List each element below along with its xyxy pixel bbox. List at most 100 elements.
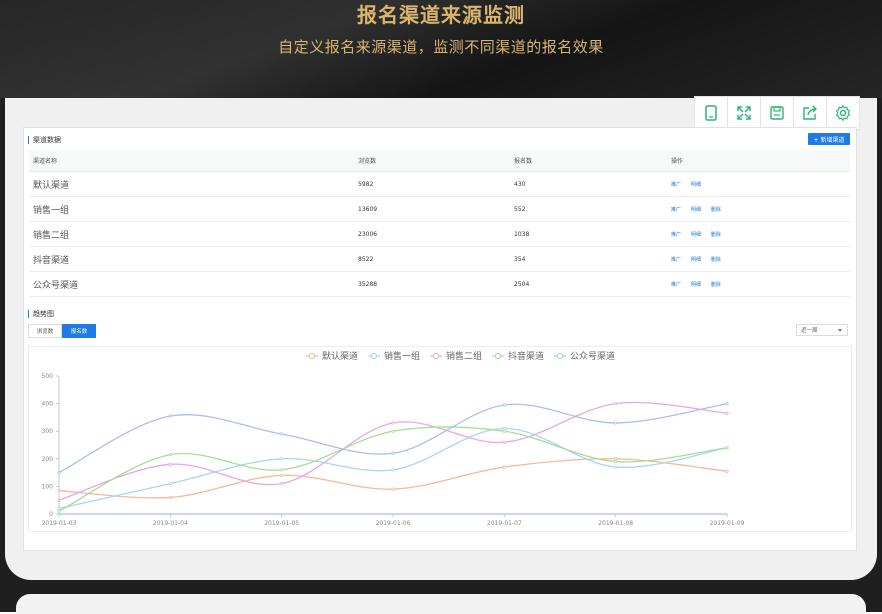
- banner: 报名渠道来源监测 自定义报名来源渠道，监测不同渠道的报名效果: [0, 0, 882, 98]
- channel-signups: 354: [510, 246, 667, 272]
- channel-actions: 推广 明细 删除: [667, 246, 850, 272]
- col-header-signups: 报名数: [510, 150, 667, 172]
- promote-link[interactable]: 推广: [671, 182, 681, 188]
- delete-link[interactable]: 删除: [711, 282, 721, 288]
- data-point: [725, 446, 729, 450]
- data-point: [502, 429, 506, 433]
- save-button[interactable]: [760, 97, 793, 129]
- data-point: [725, 469, 729, 473]
- col-header-actions: 操作: [667, 150, 850, 172]
- tab-views[interactable]: 浏览数: [28, 324, 62, 338]
- channel-signups: 430: [510, 171, 667, 197]
- table-row: 销售二组 23006 1038 推广 明细 删除: [29, 221, 850, 247]
- promote-link[interactable]: 推广: [671, 207, 681, 213]
- data-point: [168, 495, 172, 500]
- data-point: [725, 411, 729, 415]
- y-tick-label: 100: [42, 483, 54, 490]
- data-point: [502, 403, 506, 407]
- channel-actions: 推广 明细 删除: [667, 196, 850, 222]
- share-button[interactable]: [793, 97, 826, 129]
- data-point: [391, 429, 395, 433]
- tab-signups[interactable]: 报名数: [62, 324, 96, 338]
- range-select-value: 近一周: [801, 328, 818, 334]
- data-point: [57, 509, 61, 513]
- channel-views: 13609: [354, 196, 510, 222]
- add-channel-button[interactable]: + 新增渠道: [808, 133, 850, 145]
- range-select[interactable]: 近一周: [796, 324, 848, 336]
- trend-chart: 0 100 200 300 400 500 2019-01-03 2019-01-04 2019…: [28, 346, 852, 532]
- data-point: [168, 482, 172, 486]
- y-tick-label: 200: [42, 456, 54, 463]
- channel-signups: 1038: [510, 221, 667, 247]
- channel-views: 23006: [354, 221, 510, 247]
- detail-link[interactable]: 明细: [691, 182, 701, 188]
- channel-signups: 552: [510, 196, 667, 222]
- tablet-view-button[interactable]: [695, 97, 727, 129]
- trend-chart-svg: 0 100 200 300 400 500 2019-01-03 2019-01-04 2019…: [42, 350, 745, 527]
- channel-signups: 2504: [510, 271, 667, 297]
- y-tick-label: 0: [49, 511, 53, 518]
- app-screen: 渠道数据 + 新增渠道 渠道名称 浏览数 报名数 操作 默认渠道 5982 43…: [5, 96, 877, 580]
- data-point: [614, 457, 618, 461]
- detail-link[interactable]: 明细: [691, 257, 701, 263]
- data-point: [280, 432, 284, 436]
- table-row: 销售一组 13609 552 推广 明细 删除: [29, 196, 850, 222]
- data-point: [391, 468, 395, 472]
- detail-link[interactable]: 明细: [691, 232, 701, 238]
- data-point: [502, 440, 506, 444]
- settings-button[interactable]: [826, 97, 859, 129]
- x-tick-label: 2019-01-07: [487, 520, 522, 527]
- legend-marker: [370, 352, 378, 360]
- legend-marker: [308, 352, 316, 360]
- detail-link[interactable]: 明细: [691, 207, 701, 213]
- legend-label: 公众号渠道: [570, 350, 615, 362]
- fullscreen-button[interactable]: [727, 97, 760, 129]
- detail-link[interactable]: 明细: [691, 282, 701, 288]
- channel-name: 默认渠道: [29, 171, 354, 197]
- delete-link[interactable]: 删除: [711, 257, 721, 263]
- promote-link[interactable]: 推广: [671, 282, 681, 288]
- data-point: [168, 414, 172, 418]
- channel-name: 销售二组: [29, 221, 354, 247]
- data-point: [725, 401, 729, 406]
- x-tick-label: 2019-01-05: [264, 520, 299, 527]
- channel-views: 5982: [354, 171, 510, 197]
- channel-name: 销售一组: [29, 196, 354, 222]
- x-tick-label: 2019-01-03: [42, 520, 77, 527]
- legend-label: 默认渠道: [322, 350, 358, 362]
- data-point: [614, 421, 618, 425]
- delete-link[interactable]: 删除: [711, 207, 721, 213]
- col-header-name: 渠道名称: [29, 150, 354, 172]
- legend-label: 销售一组: [384, 350, 420, 362]
- data-point: [391, 487, 395, 491]
- data-point: [614, 459, 618, 464]
- promote-link[interactable]: 推广: [671, 257, 681, 263]
- banner-title: 报名渠道来源监测: [357, 3, 525, 27]
- device-frame: 渠道数据 + 新增渠道 渠道名称 浏览数 报名数 操作 默认渠道 5982 43…: [0, 96, 882, 614]
- data-point: [280, 473, 284, 477]
- legend-marker: [432, 352, 440, 360]
- delete-link[interactable]: 删除: [711, 232, 721, 238]
- channel-views: 35288: [354, 271, 510, 297]
- col-header-views: 浏览数: [354, 150, 510, 172]
- table-row: 公众号渠道 35288 2504 推广 明细 删除: [29, 271, 850, 297]
- data-point: [57, 471, 61, 475]
- data-point: [57, 488, 61, 493]
- y-tick-label: 300: [42, 428, 54, 435]
- data-point: [614, 465, 618, 469]
- data-point: [614, 401, 618, 406]
- channel-views: 8522: [354, 246, 510, 272]
- legend-label: 销售二组: [446, 350, 482, 362]
- tablet-icon: [705, 105, 717, 121]
- channel-actions: 推广 明细 删除: [667, 271, 850, 297]
- channel-actions: 推广 明细 删除: [667, 221, 850, 247]
- channel-name: 抖音渠道: [29, 246, 354, 272]
- data-point: [391, 421, 395, 425]
- table-row: 抖音渠道 8522 354 推广 明细 删除: [29, 246, 850, 272]
- data-point: [391, 451, 395, 455]
- data-point: [168, 453, 172, 457]
- promote-link[interactable]: 推广: [671, 232, 681, 238]
- x-tick-label: 2019-01-06: [376, 520, 411, 527]
- channel-table: 渠道名称 浏览数 报名数 操作 默认渠道 5982 430 推广 明细 销售一组…: [29, 150, 850, 297]
- data-point: [502, 426, 506, 431]
